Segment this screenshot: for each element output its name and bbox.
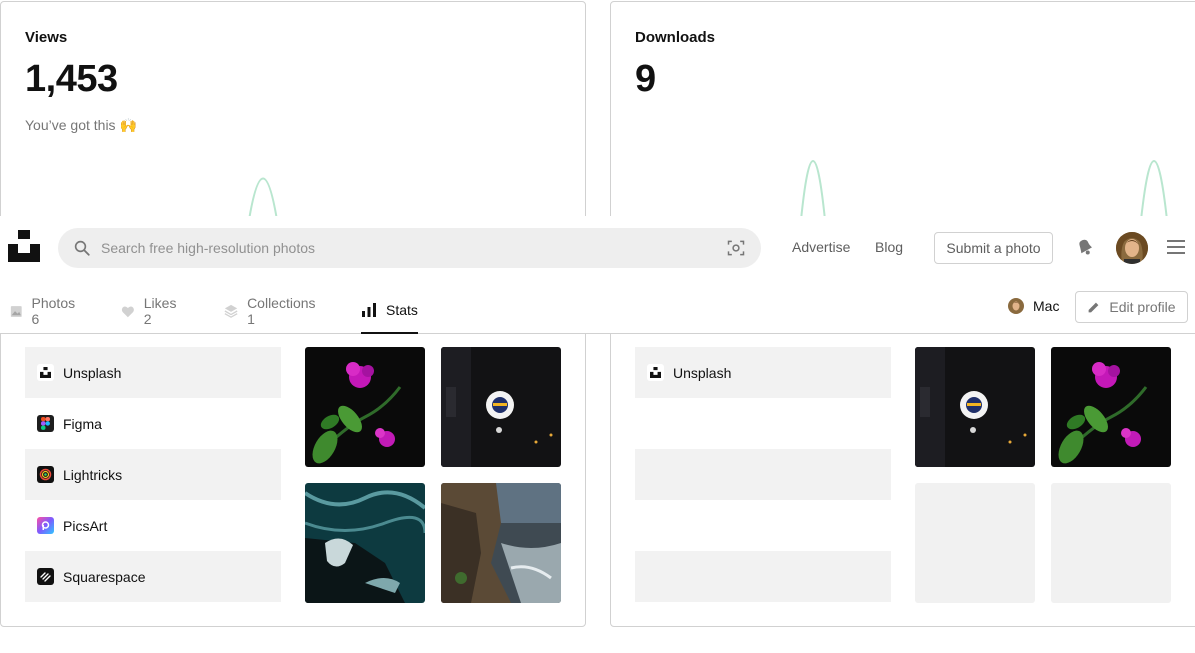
profile-owner[interactable]: Mac [1008, 298, 1059, 314]
photo-thumb-night-street[interactable] [915, 347, 1035, 467]
tab-label: Likes 2 [143, 295, 177, 327]
app-row-empty [635, 449, 891, 500]
unsplash-icon [37, 364, 54, 381]
app-row-unsplash[interactable]: Unsplash [25, 347, 281, 398]
app-label: Lightricks [63, 466, 123, 483]
views-value: 1,453 [25, 58, 118, 100]
stack-icon [224, 304, 238, 318]
lightricks-icon [37, 466, 54, 483]
picsart-icon [37, 517, 54, 534]
app-row-squarespace[interactable]: Squarespace [25, 551, 281, 602]
tab-stats[interactable]: Stats [361, 288, 418, 334]
photo-thumb-night-street[interactable] [441, 347, 561, 467]
tab-likes[interactable]: Likes 2 [121, 288, 180, 334]
photo-thumb-placeholder [915, 483, 1035, 603]
views-sparkline [1, 177, 278, 221]
advertise-link[interactable]: Advertise [792, 239, 850, 255]
bar-chart-icon [362, 303, 376, 317]
photo-thumb-ocean-rocks[interactable] [305, 483, 425, 603]
search-input[interactable] [101, 240, 726, 256]
app-row-unsplash[interactable]: Unsplash [635, 347, 891, 398]
tab-label: Photos 6 [31, 295, 76, 327]
downloads-title: Downloads [635, 29, 716, 46]
downloads-top-photos [915, 347, 1175, 603]
app-row-lightricks[interactable]: Lightricks [25, 449, 281, 500]
app-label: Unsplash [673, 364, 732, 381]
tab-label: Stats [386, 302, 418, 318]
avatar [1008, 298, 1024, 314]
app-row-empty [635, 500, 891, 551]
app-label: Unsplash [63, 364, 122, 381]
edit-profile-button[interactable]: Edit profile [1075, 291, 1188, 323]
figma-icon [37, 415, 54, 432]
squarespace-icon [37, 568, 54, 585]
visual-search-icon[interactable] [726, 238, 746, 258]
submit-photo-button[interactable]: Submit a photo [934, 232, 1053, 264]
app-label: Figma [63, 415, 102, 432]
blog-link[interactable]: Blog [875, 239, 903, 255]
app-row-picsart[interactable]: PicsArt [25, 500, 281, 551]
edit-profile-label: Edit profile [1109, 299, 1176, 315]
views-apps-list: Unsplash Figma Lightricks PicsArt Square… [25, 347, 281, 602]
downloads-value: 9 [635, 58, 656, 100]
photo-thumb-flower[interactable] [1051, 347, 1171, 467]
photo-thumb-placeholder [1051, 483, 1171, 603]
unsplash-icon [647, 364, 664, 381]
image-icon [10, 305, 22, 317]
notification-bell-icon[interactable] [1074, 236, 1096, 258]
app-row-empty [635, 398, 891, 449]
app-row-empty [635, 551, 891, 602]
downloads-apps-list: Unsplash [635, 347, 891, 602]
site-header: Advertise Blog Submit a photo Photos 6 [0, 216, 1195, 334]
profile-name: Mac [1033, 298, 1060, 314]
pencil-icon [1089, 302, 1099, 312]
photo-thumb-coast-cliff[interactable] [441, 483, 561, 603]
heart-icon [121, 305, 134, 317]
search-bar[interactable] [58, 228, 761, 268]
app-row-figma[interactable]: Figma [25, 398, 281, 449]
unsplash-logo-icon[interactable] [8, 230, 40, 262]
hamburger-menu-icon[interactable] [1167, 240, 1185, 254]
tab-photos[interactable]: Photos 6 [10, 288, 78, 334]
search-icon[interactable] [73, 239, 91, 257]
tab-collections[interactable]: Collections 1 [224, 288, 317, 334]
views-title: Views [25, 29, 68, 46]
user-avatar[interactable] [1116, 232, 1148, 264]
downloads-sparkline [611, 160, 1168, 221]
tab-label: Collections 1 [247, 295, 316, 327]
views-top-photos [305, 347, 565, 603]
photo-thumb-flower[interactable] [305, 347, 425, 467]
app-label: Squarespace [63, 568, 146, 585]
app-label: PicsArt [63, 517, 108, 534]
